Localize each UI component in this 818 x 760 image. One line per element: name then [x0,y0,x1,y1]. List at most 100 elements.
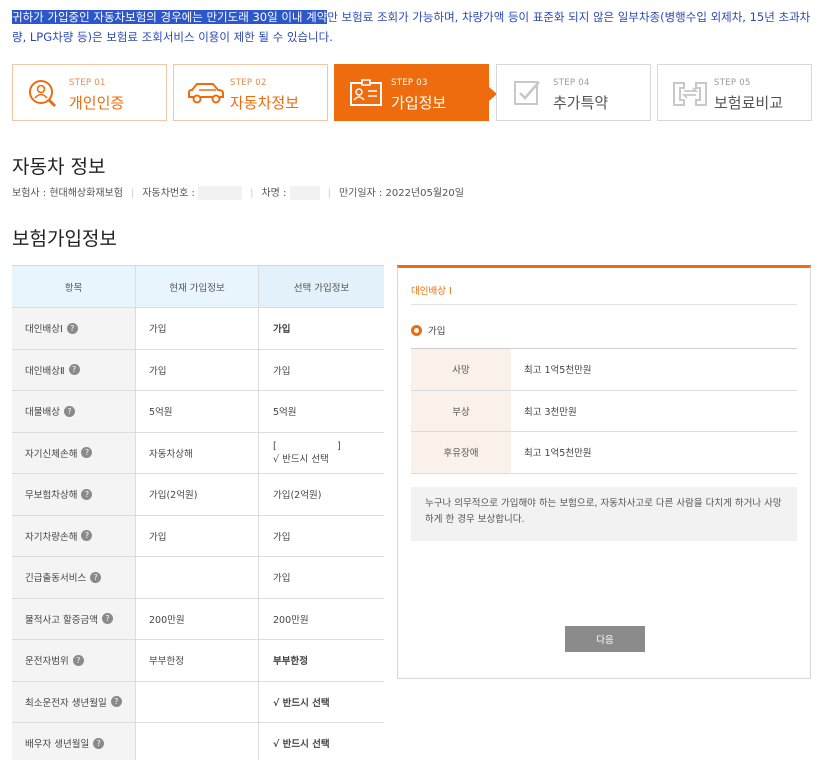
selected-value[interactable]: 가입(2억원) [258,474,384,515]
current-value [135,681,258,722]
limit-value: 최고 3천만원 [524,406,577,418]
detail-panel: 대인배상 I 가입 사망 최고 1억5천만원 부상 최고 3천만원 후유장애 최… [397,265,811,679]
row-label: 배우자 생년월일 [25,739,90,751]
join-radio[interactable]: 가입 [411,323,445,337]
limit-table: 사망 최고 1억5천만원 부상 최고 3천만원 후유장애 최고 1억5천만원 [411,348,797,474]
table-row[interactable]: 대인배상Ⅱ? 가입 가입 [12,349,384,391]
selected-value[interactable]: √ 반드시 선택 [258,723,384,760]
help-icon[interactable]: ? [93,737,105,749]
row-label: 최소운전자 생년월일 [25,697,107,709]
step-5-num: STEP 05 [714,78,751,88]
table-row[interactable]: 최소운전자 생년월일? √ 반드시 선택 [12,681,384,723]
selected-value[interactable]: 가입 [258,308,384,349]
current-value: 5억원 [135,391,258,432]
limit-value: 최고 1억5천만원 [524,365,592,377]
step-4[interactable]: STEP 04 추가특약 [496,64,651,121]
step-4-label: 추가특약 [553,94,609,112]
car-info-title: 자동차 정보 [12,156,106,178]
expiry-text: 만기일자 : 2022년05월20일 [338,188,464,199]
table-row[interactable]: 배우자 생년월일? √ 반드시 선택 [12,723,384,760]
row-label: 자기차량손해 [25,531,78,543]
step-3-num: STEP 03 [391,78,428,88]
divider [411,304,797,305]
table-row[interactable]: 무보험차상해? 가입(2억원) 가입(2억원) [12,474,384,516]
table-row[interactable]: 운전자범위? 부부한정 부부한정 [12,640,384,682]
help-icon[interactable]: ? [110,696,122,708]
insurer-text: 보험사 : 현대해상화재보험 [12,188,123,199]
step-2[interactable]: STEP 02 자동차정보 [173,64,328,121]
selected-value[interactable]: 가입 [258,349,384,390]
selected-placeholder: [ ] [273,440,341,452]
divider: | [250,188,254,199]
table-row[interactable]: 자기신체손해? 자동차상해 [ ] √ 반드시 선택 [12,432,384,474]
step-1[interactable]: STEP 01 개인인증 [12,64,167,121]
car-icon [188,83,224,104]
divider: | [327,188,331,199]
current-value: 200만원 [135,598,258,639]
model-masked [289,186,320,200]
row-label: 운전자범위 [25,656,69,668]
radio-label: 가입 [428,326,446,337]
step-5[interactable]: STEP 05 보험료비교 [657,64,812,121]
car-info-line: 보험사 : 현대해상화재보험 | 자동차번호 : | 차명 : | 만기일자 : 202… [12,184,464,200]
help-icon[interactable]: ? [63,405,75,417]
table-row[interactable]: 대인배상Ⅰ? 가입 가입 [12,308,384,350]
selected-value[interactable]: √ 반드시 선택 [258,681,384,722]
limit-value: 최고 1억5천만원 [524,448,592,460]
help-icon[interactable]: ? [101,613,113,625]
selected-value[interactable]: [ ] √ 반드시 선택 [258,432,384,473]
plate-masked [198,186,243,200]
help-icon[interactable]: ? [81,488,93,500]
limit-key: 사망 [411,349,511,390]
header-current: 현재 가입정보 [135,266,258,307]
table-row[interactable]: 긴급출동서비스? 가입 [12,557,384,599]
table-header: 항목 현재 가입정보 선택 가입정보 [12,266,384,308]
checkbox-icon [514,81,540,105]
row-label: 대인배상Ⅰ [25,324,63,336]
step-2-label: 자동차정보 [230,94,300,112]
table-row: 부상 최고 3천만원 [411,390,797,432]
required-note: √ 반드시 선택 [273,453,329,465]
table-row[interactable]: 대물배상? 5억원 5억원 [12,391,384,433]
notice-text: 귀하가 가입중인 자동차보험의 경우에는 만기도래 30일 이내 계약만 보험료… [12,7,812,47]
coverage-table: 항목 현재 가입정보 선택 가입정보 대인배상Ⅰ? 가입 가입 대인배상Ⅱ? 가… [12,265,384,760]
detail-title: 대인배상 I [411,286,452,297]
row-label: 무보험차상해 [25,490,78,502]
radio-selected-icon [411,324,422,336]
step-1-num: STEP 01 [69,78,106,88]
help-icon[interactable]: ? [66,322,78,334]
next-button[interactable]: 다음 [565,626,645,652]
model-label: 차명 : [261,188,287,199]
table-row: 사망 최고 1억5천만원 [411,349,797,391]
plan-info-title: 보험가입정보 [12,228,117,250]
limit-key: 부상 [411,390,511,431]
step-progress: STEP 01 개인인증 STEP 02 자동차정보 STEP 03 가입정보 [12,64,812,121]
selected-value[interactable]: 부부한정 [258,640,384,681]
selected-value[interactable]: 200만원 [258,598,384,639]
coverage-description: 누구나 의무적으로 가입해야 하는 보험으로, 자동차사고로 다른 사람을 다치… [411,487,797,541]
selected-value[interactable]: 5억원 [258,391,384,432]
header-item: 항목 [64,282,83,294]
table-row[interactable]: 물적사고 할증금액? 200만원 200만원 [12,598,384,640]
current-value: 가입 [135,515,258,556]
plate-label: 자동차번호 : [142,188,195,199]
selected-value[interactable]: 가입 [258,515,384,556]
help-icon[interactable]: ? [68,364,80,376]
current-value: 부부한정 [135,640,258,681]
current-value: 가입 [135,308,258,349]
table-row[interactable]: 자기차량손해? 가입 가입 [12,515,384,557]
selected-value[interactable]: 가입 [258,557,384,598]
help-icon[interactable]: ? [81,530,93,542]
step-1-label: 개인인증 [69,94,125,112]
step-3[interactable]: STEP 03 가입정보 [334,64,497,121]
step-3-label: 가입정보 [391,94,447,112]
row-label: 물적사고 할증금액 [25,614,98,626]
row-label: 대인배상Ⅱ [25,365,65,377]
help-icon[interactable]: ? [81,447,93,459]
person-search-icon [29,80,57,108]
divider: | [130,188,135,199]
help-icon[interactable]: ? [90,571,102,583]
id-card-icon [350,79,382,106]
help-icon[interactable]: ? [72,654,84,666]
table-row: 후유장애 최고 1억5천만원 [411,432,797,474]
